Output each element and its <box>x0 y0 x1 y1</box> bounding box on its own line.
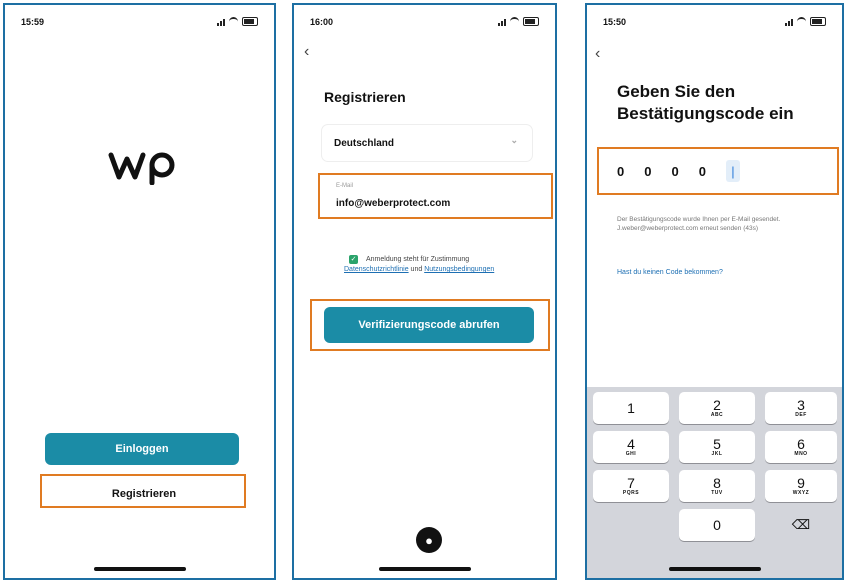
key-digit: 9 <box>797 475 805 491</box>
terms-link[interactable]: Nutzungsbedingungen <box>424 266 494 273</box>
wifi-icon <box>229 17 238 26</box>
key-digit: 5 <box>713 436 721 452</box>
key-digit: 1 <box>627 400 635 416</box>
key-digit: 7 <box>627 475 635 491</box>
back-chevron-icon[interactable]: ‹ <box>304 43 309 61</box>
key-0[interactable]: 0 <box>679 509 755 541</box>
status-icons <box>217 17 258 26</box>
key-digit: 0 <box>713 517 721 533</box>
country-select[interactable]: Deutschland ⌄ <box>322 125 532 161</box>
home-indicator <box>668 567 761 571</box>
apple-login-icon[interactable]: ● <box>416 527 442 553</box>
key-6[interactable]: 6 MNO <box>765 431 837 463</box>
key-letters: JKL <box>711 451 723 457</box>
phone-screen-start: 15:59 Einloggen Registrieren <box>3 3 276 580</box>
chevron-down-icon: ⌄ <box>510 135 518 145</box>
no-code-link[interactable]: Hast du keinen Code bekommen? <box>617 269 723 276</box>
status-bar: 16:00 <box>294 17 555 31</box>
key-digit: 2 <box>713 397 721 413</box>
status-time: 15:50 <box>603 17 627 27</box>
signal-icon <box>785 18 793 26</box>
home-indicator <box>93 567 186 571</box>
terms-text: Anmeldung steht für Zustimmung Datenschu… <box>344 255 524 275</box>
status-bar: 15:59 <box>5 17 274 31</box>
wifi-icon <box>797 17 806 26</box>
battery-icon <box>242 17 258 26</box>
status-time: 15:59 <box>21 17 45 27</box>
privacy-link[interactable]: Datenschutzrichtlinie <box>344 266 409 273</box>
terms-prefix: Anmeldung steht für Zustimmung <box>366 256 470 263</box>
key-digit: 8 <box>713 475 721 491</box>
country-value: Deutschland <box>334 137 395 149</box>
key-letters: TUV <box>711 490 723 496</box>
phone-screen-register: 16:00 ‹ Registrieren Deutschland ⌄ E-Mai… <box>292 3 557 580</box>
signal-icon <box>498 18 506 26</box>
info-text: Der Bestätigungscode wurde Ihnen per E-M… <box>617 216 781 232</box>
key-letters: DEF <box>795 412 807 418</box>
page-title: Geben Sie den Bestätigungscode ein <box>617 82 794 123</box>
status-time: 16:00 <box>310 17 334 27</box>
highlight-code <box>597 147 839 195</box>
phone-screen-verify: 15:50 ‹ Geben Sie den Bestätigungscode e… <box>585 3 844 580</box>
signal-icon <box>217 18 225 26</box>
delete-key-icon[interactable]: ⌫ <box>765 509 837 541</box>
wp-logo-icon <box>108 152 175 185</box>
terms-and: und <box>410 266 423 273</box>
home-indicator <box>378 567 471 571</box>
battery-icon <box>523 17 539 26</box>
key-7[interactable]: 7 PQRS <box>593 470 669 502</box>
key-letters: ABC <box>710 412 724 418</box>
key-digit: 4 <box>627 436 635 452</box>
key-letters: WXYZ <box>792 490 810 496</box>
battery-icon <box>810 17 826 26</box>
key-4[interactable]: 4 GHI <box>593 431 669 463</box>
numeric-keyboard: 1 2 ABC 3 DEF 4 GHI 5 JKL 6 MNO 7 PQRS 8 TUV 9W… <box>587 387 842 578</box>
key-digit: 6 <box>797 436 805 452</box>
status-icons <box>785 17 826 26</box>
login-button[interactable]: Einloggen <box>45 433 239 465</box>
page-title: Registrieren <box>324 89 406 105</box>
key-5[interactable]: 5 JKL <box>679 431 755 463</box>
key-letters: PQRS <box>622 490 640 496</box>
status-icons <box>498 17 539 26</box>
key-8[interactable]: 8 TUV <box>679 470 755 502</box>
key-3[interactable]: 3 DEF <box>765 392 837 424</box>
wifi-icon <box>510 17 519 26</box>
key-1[interactable]: 1 <box>593 392 669 424</box>
highlight-email <box>318 173 553 219</box>
key-digit: 3 <box>797 397 805 413</box>
key-2[interactable]: 2 ABC <box>679 392 755 424</box>
highlight-register <box>40 474 246 508</box>
key-9[interactable]: 9 WXYZ <box>765 470 837 502</box>
status-bar: 15:50 <box>587 17 842 31</box>
back-chevron-icon[interactable]: ‹ <box>595 45 600 63</box>
key-letters: MNO <box>794 451 808 457</box>
highlight-verify <box>310 299 550 351</box>
key-letters: GHI <box>625 451 637 457</box>
